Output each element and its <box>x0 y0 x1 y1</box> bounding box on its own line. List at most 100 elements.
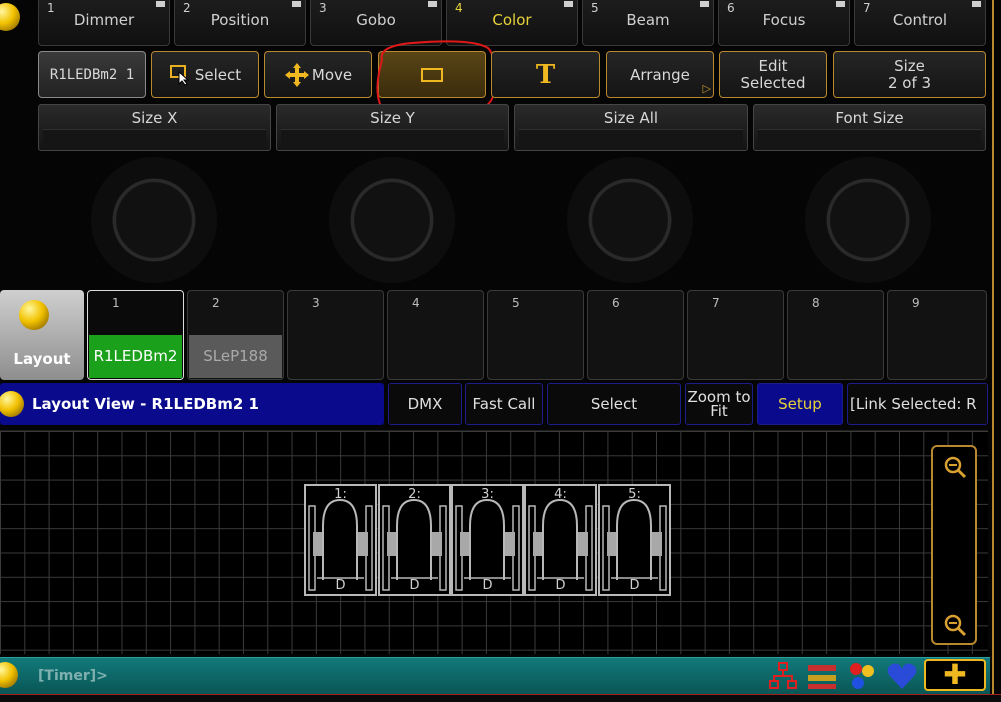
preset-marker-icon <box>428 1 437 7</box>
preset-label: Control <box>892 11 948 29</box>
view-name-label: R1LEDBm2 1 <box>49 66 135 83</box>
fixture-5[interactable]: 5: D <box>598 484 671 596</box>
dmx-button[interactable]: DMX <box>388 383 462 425</box>
preset-label: Gobo <box>356 11 396 29</box>
encoder-size-y[interactable]: Size Y <box>276 104 509 151</box>
right-edge-divider <box>992 0 994 702</box>
zoom-out-icon[interactable] <box>943 613 967 637</box>
preset-focus[interactable]: 6 Focus <box>718 0 850 46</box>
arrange-label: Arrange <box>630 65 690 84</box>
layout-slot-6[interactable]: 6 <box>587 290 684 380</box>
link-selected-button[interactable]: [Link Selected: R <box>847 383 988 425</box>
window-ball-icon[interactable] <box>0 391 24 417</box>
encoder-value-field <box>519 129 743 147</box>
slot-number: 3 <box>312 296 320 310</box>
color-fixtures-icon[interactable] <box>846 661 878 691</box>
setup-label: Setup <box>778 395 822 413</box>
fast-call-label: Fast Call <box>472 395 536 413</box>
encoder-value-field <box>281 129 504 147</box>
encoder-size-all[interactable]: Size All <box>514 104 748 151</box>
fixture-3[interactable]: 3: D <box>451 484 524 596</box>
slot-number: 8 <box>812 296 820 310</box>
text-tool-button[interactable]: T <box>491 51 600 98</box>
fixture-4[interactable]: 4: D <box>524 484 597 596</box>
fixture-bottom-label: D <box>409 578 420 593</box>
command-ball-icon <box>0 662 18 688</box>
size-label-line2: 2 of 3 <box>887 73 932 92</box>
encoder-knob-4[interactable] <box>805 157 931 283</box>
layout-slot-3[interactable]: 3 <box>287 290 384 380</box>
fixture-1[interactable]: 1: D <box>304 484 377 596</box>
menu-ball-icon[interactable] <box>0 3 20 31</box>
arrange-button[interactable]: Arrange ▷ <box>606 51 714 98</box>
layout-pool-title[interactable]: Layout <box>0 290 84 380</box>
zoom-label-line2: Fit <box>710 402 728 420</box>
setup-button[interactable]: Setup <box>757 383 843 425</box>
layout-slot-8[interactable]: 8 <box>787 290 884 380</box>
move-tool-label: Move <box>311 65 353 84</box>
fast-call-button[interactable]: Fast Call <box>465 383 543 425</box>
slot-number: 9 <box>912 296 920 310</box>
size-button[interactable]: Size 2 of 3 <box>833 51 986 98</box>
preset-label: Dimmer <box>73 11 135 29</box>
fixture-bottom-label: D <box>555 578 566 593</box>
encoder-size-x[interactable]: Size X <box>38 104 271 151</box>
text-tool-icon: T <box>535 59 556 90</box>
command-line-bar[interactable]: [Timer]> <box>0 657 990 694</box>
preset-label: Focus <box>762 11 806 29</box>
zoom-to-fit-button[interactable]: Zoom to Fit <box>685 383 753 425</box>
slot-number: 2 <box>212 296 220 310</box>
layout-slot-4[interactable]: 4 <box>387 290 484 380</box>
add-button[interactable]: ✚ <box>924 659 986 691</box>
encoder-value-field <box>43 129 266 147</box>
slot-number: 5 <box>512 296 520 310</box>
encoder-value-field <box>758 129 981 147</box>
move-tool-button[interactable]: Move <box>264 51 372 98</box>
preset-position[interactable]: 2 Position <box>174 0 306 46</box>
view-name-button[interactable]: R1LEDBm2 1 <box>38 51 146 98</box>
preset-dimmer[interactable]: 1 Dimmer <box>38 0 170 46</box>
select-tool-label: Select <box>194 65 242 84</box>
slot-number: 1 <box>112 296 120 310</box>
preset-control[interactable]: 7 Control <box>854 0 986 46</box>
encoder-knob-1[interactable] <box>91 157 217 283</box>
preset-label: Color <box>492 11 532 29</box>
patch-icon[interactable] <box>806 661 838 691</box>
edit-selected-button[interactable]: Edit Selected <box>719 51 827 98</box>
preset-marker-icon <box>564 1 573 7</box>
layout-view-titlebar: Layout View - R1LEDBm2 1 <box>0 383 384 425</box>
select-cursor-icon <box>169 64 190 86</box>
preset-marker-icon <box>972 1 981 7</box>
heart-icon[interactable] <box>886 661 918 691</box>
encoder-font-size[interactable]: Font Size <box>753 104 986 151</box>
preset-beam[interactable]: 5 Beam <box>582 0 714 46</box>
encoder-knob-3[interactable] <box>567 157 693 283</box>
encoder-knob-2[interactable] <box>329 157 455 283</box>
dropdown-corner-icon: ▷ <box>702 82 711 95</box>
plus-icon: ✚ <box>943 658 967 691</box>
pool-ball-icon <box>19 300 49 330</box>
zoom-in-icon[interactable] <box>943 455 967 479</box>
edit-label-line2: Selected <box>740 73 806 92</box>
layout-slot-7[interactable]: 7 <box>687 290 784 380</box>
select-mode-button[interactable]: Select <box>547 383 681 425</box>
encoder-label: Size X <box>131 109 178 127</box>
network-icon[interactable] <box>768 661 798 691</box>
layout-slot-9[interactable]: 9 <box>887 290 987 380</box>
slot-number: 7 <box>712 296 720 310</box>
fixture-bottom-label: D <box>482 578 493 593</box>
size-label-line1: Size <box>894 56 925 75</box>
slot-number: 6 <box>612 296 620 310</box>
select-tool-button[interactable]: Select <box>151 51 259 98</box>
layout-slot-5[interactable]: 5 <box>487 290 584 380</box>
layout-slot-2[interactable]: 2 SLeP188 <box>187 290 284 380</box>
fixture-2[interactable]: 2: D <box>378 484 451 596</box>
preset-marker-icon <box>156 1 165 7</box>
preset-marker-icon <box>292 1 301 7</box>
select-mode-label: Select <box>590 395 638 413</box>
slot-number: 4 <box>412 296 420 310</box>
fixture-bottom-label: D <box>335 578 346 593</box>
encoder-label: Font Size <box>835 109 904 127</box>
zoom-panel <box>931 445 977 645</box>
layout-slot-1[interactable]: 1 R1LEDBm2 <box>87 290 184 380</box>
